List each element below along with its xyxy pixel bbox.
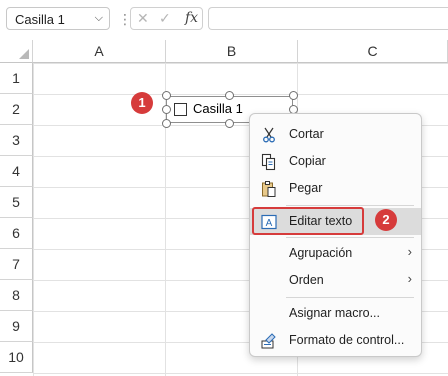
menu-item-label: Copiar [289, 154, 326, 168]
resize-handle[interactable] [162, 105, 171, 114]
formula-buttons: ✕ ✓ fx [130, 7, 203, 30]
formula-input[interactable] [208, 7, 448, 30]
column-header-c[interactable]: C [298, 40, 448, 63]
format-control-icon [261, 333, 276, 349]
resize-handle[interactable] [162, 91, 171, 100]
context-menu: Cortar Copiar Pegar A Editar texto Agrup… [249, 113, 422, 357]
menu-item-assign-macro[interactable]: Asignar macro... [250, 300, 421, 327]
chevron-right-icon: › [407, 244, 412, 259]
menu-item-label: Orden [289, 273, 324, 287]
select-all-button[interactable] [0, 40, 33, 63]
menu-item-grouping[interactable]: Agrupación › [250, 240, 421, 267]
menu-item-label: Formato de control... [289, 333, 405, 347]
menu-separator [286, 237, 414, 238]
column-header-b[interactable]: B [166, 40, 298, 63]
name-box[interactable]: Casilla 1 ⌵ [6, 7, 110, 30]
checkbox-label: Casilla 1 [193, 101, 243, 116]
clipboard-icon [262, 181, 276, 197]
menu-item-label: Agrupación [289, 246, 353, 260]
copy-icon [261, 153, 276, 171]
menu-item-copy[interactable]: Copiar [250, 148, 421, 175]
row-header-4[interactable]: 4 [0, 156, 33, 187]
menu-item-label: Asignar macro... [289, 306, 381, 320]
checkbox[interactable] [174, 103, 187, 116]
menu-item-label: Pegar [289, 181, 323, 195]
menu-item-format-control[interactable]: Formato de control... [250, 327, 421, 354]
step-badge-2: 2 [375, 209, 397, 231]
row-header-8[interactable]: 8 [0, 280, 33, 311]
menu-item-label: Cortar [289, 127, 324, 141]
name-box-value: Casilla 1 [15, 12, 65, 27]
step-badge-1: 1 [131, 92, 153, 114]
column-header-a[interactable]: A [33, 40, 166, 63]
menu-item-paste[interactable]: Pegar [250, 175, 421, 202]
menu-separator [286, 297, 414, 298]
scissors-icon [263, 127, 275, 143]
menu-item-cut[interactable]: Cortar [250, 121, 421, 148]
resize-handle[interactable] [225, 119, 234, 128]
enter-icon[interactable]: ✓ [159, 10, 171, 27]
menu-separator [286, 205, 414, 206]
row-header-5[interactable]: 5 [0, 187, 33, 218]
chevron-right-icon: › [407, 271, 412, 286]
row-header-10[interactable]: 10 [0, 342, 33, 373]
highlight-box [252, 207, 364, 235]
resize-handle[interactable] [162, 119, 171, 128]
resize-handle[interactable] [225, 91, 234, 100]
row-header-6[interactable]: 6 [0, 218, 33, 249]
select-all-triangle-icon [19, 49, 29, 59]
cancel-icon[interactable]: ✕ [137, 10, 149, 27]
row-header-2[interactable]: 2 [0, 94, 33, 125]
resize-handle[interactable] [289, 91, 298, 100]
row-header-9[interactable]: 9 [0, 311, 33, 342]
menu-item-order[interactable]: Orden › [250, 267, 421, 294]
row-header-3[interactable]: 3 [0, 125, 33, 156]
row-header-7[interactable]: 7 [0, 249, 33, 280]
formula-bar: Casilla 1 ⌵ ⋮ ✕ ✓ fx [0, 0, 448, 37]
insert-function-icon[interactable]: fx [185, 10, 198, 26]
chevron-down-icon[interactable]: ⌵ [95, 12, 103, 25]
row-header-1[interactable]: 1 [0, 63, 33, 94]
